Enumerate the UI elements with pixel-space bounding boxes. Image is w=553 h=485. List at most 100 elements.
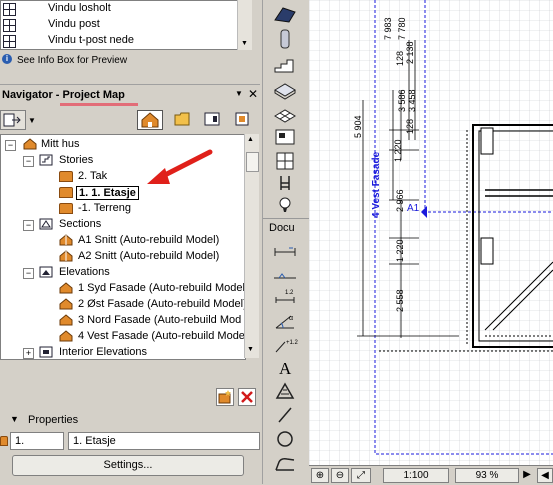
scroll-down-icon[interactable]: ▼ [247,346,254,353]
divider [0,84,260,85]
elevation-icon [59,298,73,310]
story-name-field[interactable]: 1. Etasje [68,432,260,450]
view-map-button[interactable] [172,110,194,130]
story-id-value: 1. [15,435,25,447]
dimension-label: 7 780 [397,17,407,40]
scroll-left-icon[interactable]: ◀ [537,468,553,483]
zoom-dropdown-icon[interactable]: ▶ [521,468,533,483]
chevron-down-icon[interactable]: ▼ [28,116,36,125]
expand-icon[interactable]: + [23,348,34,359]
elevations-icon [39,266,53,278]
level-dimension-tool[interactable] [271,264,299,286]
dim-text: 3 586 [397,89,407,112]
publisher-button[interactable] [232,110,254,130]
story-name-value: 1. Etasje [73,435,116,447]
circle-tool[interactable] [271,428,299,450]
elevation-dimension-tool[interactable]: +1.2 [271,334,299,356]
collapse-arrow-icon[interactable]: ▼ [10,414,19,424]
elevation-marker-text: 4 Vest Fasade [371,151,382,218]
text-tool[interactable]: A [271,356,299,378]
dimension-label: 3 458 [407,89,417,112]
elevation-icon [59,330,73,342]
object-tool[interactable] [271,172,299,194]
section-marker-label[interactable]: A1 [407,203,419,214]
lamp-tool[interactable] [271,194,299,216]
dimension-label: 1 220 [393,139,403,162]
radial-dimension-tool[interactable]: 1.2 [271,286,299,308]
new-folder-button[interactable] [216,388,234,406]
project-map-button[interactable] [137,110,163,130]
zone-tool[interactable] [271,126,299,148]
window-icon [3,3,16,16]
info-box-hint: i See Info Box for Preview [0,52,256,70]
zoom-field[interactable]: 93 % [455,468,519,483]
properties-label: Properties [28,414,79,426]
scroll-up-icon[interactable]: ▲ [247,136,254,143]
floor-plan-drawing [309,0,553,465]
story-icon [59,171,73,182]
dim-text: 1 220 [395,239,405,262]
roof-tool[interactable] [271,4,299,26]
object-list[interactable]: Vindu losholt Vindu post Vindu t-post ne… [0,0,238,50]
scale-field[interactable]: 1:100 [383,468,449,483]
settings-button[interactable]: Settings... [12,455,244,476]
curtain-wall-tool[interactable] [271,150,299,172]
chevron-down-icon[interactable]: ▼ [235,89,243,98]
elevation-label: 1 Syd Fasade (Auto-rebuild Model [78,282,245,294]
stair-tool[interactable] [271,54,299,76]
story-label: 1. 1. Etasje [76,186,139,200]
dimension-label: 2 966 [395,189,405,212]
zoom-value: 93 % [475,470,499,481]
fit-in-window-icon[interactable]: ⤢ [351,468,371,483]
dim-text: 2 138 [405,41,415,64]
zoom-out-icon[interactable]: ⊖ [331,468,349,483]
spline-tool[interactable] [271,452,299,474]
dimension-label: 5 904 [353,115,363,138]
elevation-marker-label[interactable]: 4 Vest Fasade [371,152,382,218]
drawing-canvas[interactable]: 7 983 7 780 128 2 138 3 586 3 458 128 5 … [309,0,553,465]
delete-button[interactable] [238,388,256,406]
dim-text: 2 558 [395,289,405,312]
angle-dimension-tool[interactable]: α [271,310,299,332]
close-icon[interactable]: ✕ [248,87,258,101]
list-item[interactable]: Vindu t-post nede [1,33,237,49]
navigator-title: Navigator - Project Map [2,89,125,101]
svg-text:+1.2: +1.2 [286,340,299,346]
slab-tool[interactable] [271,78,299,100]
story-id-field[interactable]: 1. [10,432,64,450]
elevation-label: 3 Nord Fasade (Auto-rebuild Mod [78,314,242,326]
object-list-scrollbar[interactable]: ▼ [237,0,252,50]
stories-label: Stories [59,154,94,166]
list-item[interactable]: Vindu losholt [1,1,237,17]
story-icon [0,436,8,446]
story-label: 2. Tak [78,170,108,182]
collapse-icon[interactable]: − [23,268,34,279]
list-item[interactable]: Vindu post [1,17,237,33]
tree-scrollbar[interactable]: ▲ ▼ [244,134,259,358]
fill-tool[interactable] [271,380,299,402]
mesh-tool[interactable] [271,102,299,124]
collapse-icon[interactable]: − [23,156,34,167]
dim-text: 5 904 [353,115,363,138]
dim-text: 7 983 [383,17,393,40]
zoom-in-icon[interactable]: ⊕ [311,468,329,483]
stories-icon [39,154,53,166]
scroll-thumb[interactable] [246,152,259,172]
navigator-header: Navigator - Project Map ▼ ✕ [0,87,260,106]
column-tool[interactable] [271,28,299,50]
dimension-tool[interactable] [271,240,299,262]
line-tool[interactable] [271,404,299,426]
story-icon [59,203,73,214]
svg-text:1.2: 1.2 [285,290,294,296]
info-icon: i [2,54,12,64]
navigator-menu-button[interactable] [0,110,26,130]
scroll-down-icon[interactable]: ▼ [241,40,248,47]
properties-header: ▼ Properties [0,410,260,430]
layout-book-button[interactable] [202,110,224,130]
svg-text:A: A [279,359,292,378]
collapse-icon[interactable]: − [23,220,34,231]
dim-text: 128 [405,118,415,134]
collapse-icon[interactable]: − [5,140,16,151]
scale-value: 1:100 [403,470,429,481]
house-icon [23,138,37,150]
